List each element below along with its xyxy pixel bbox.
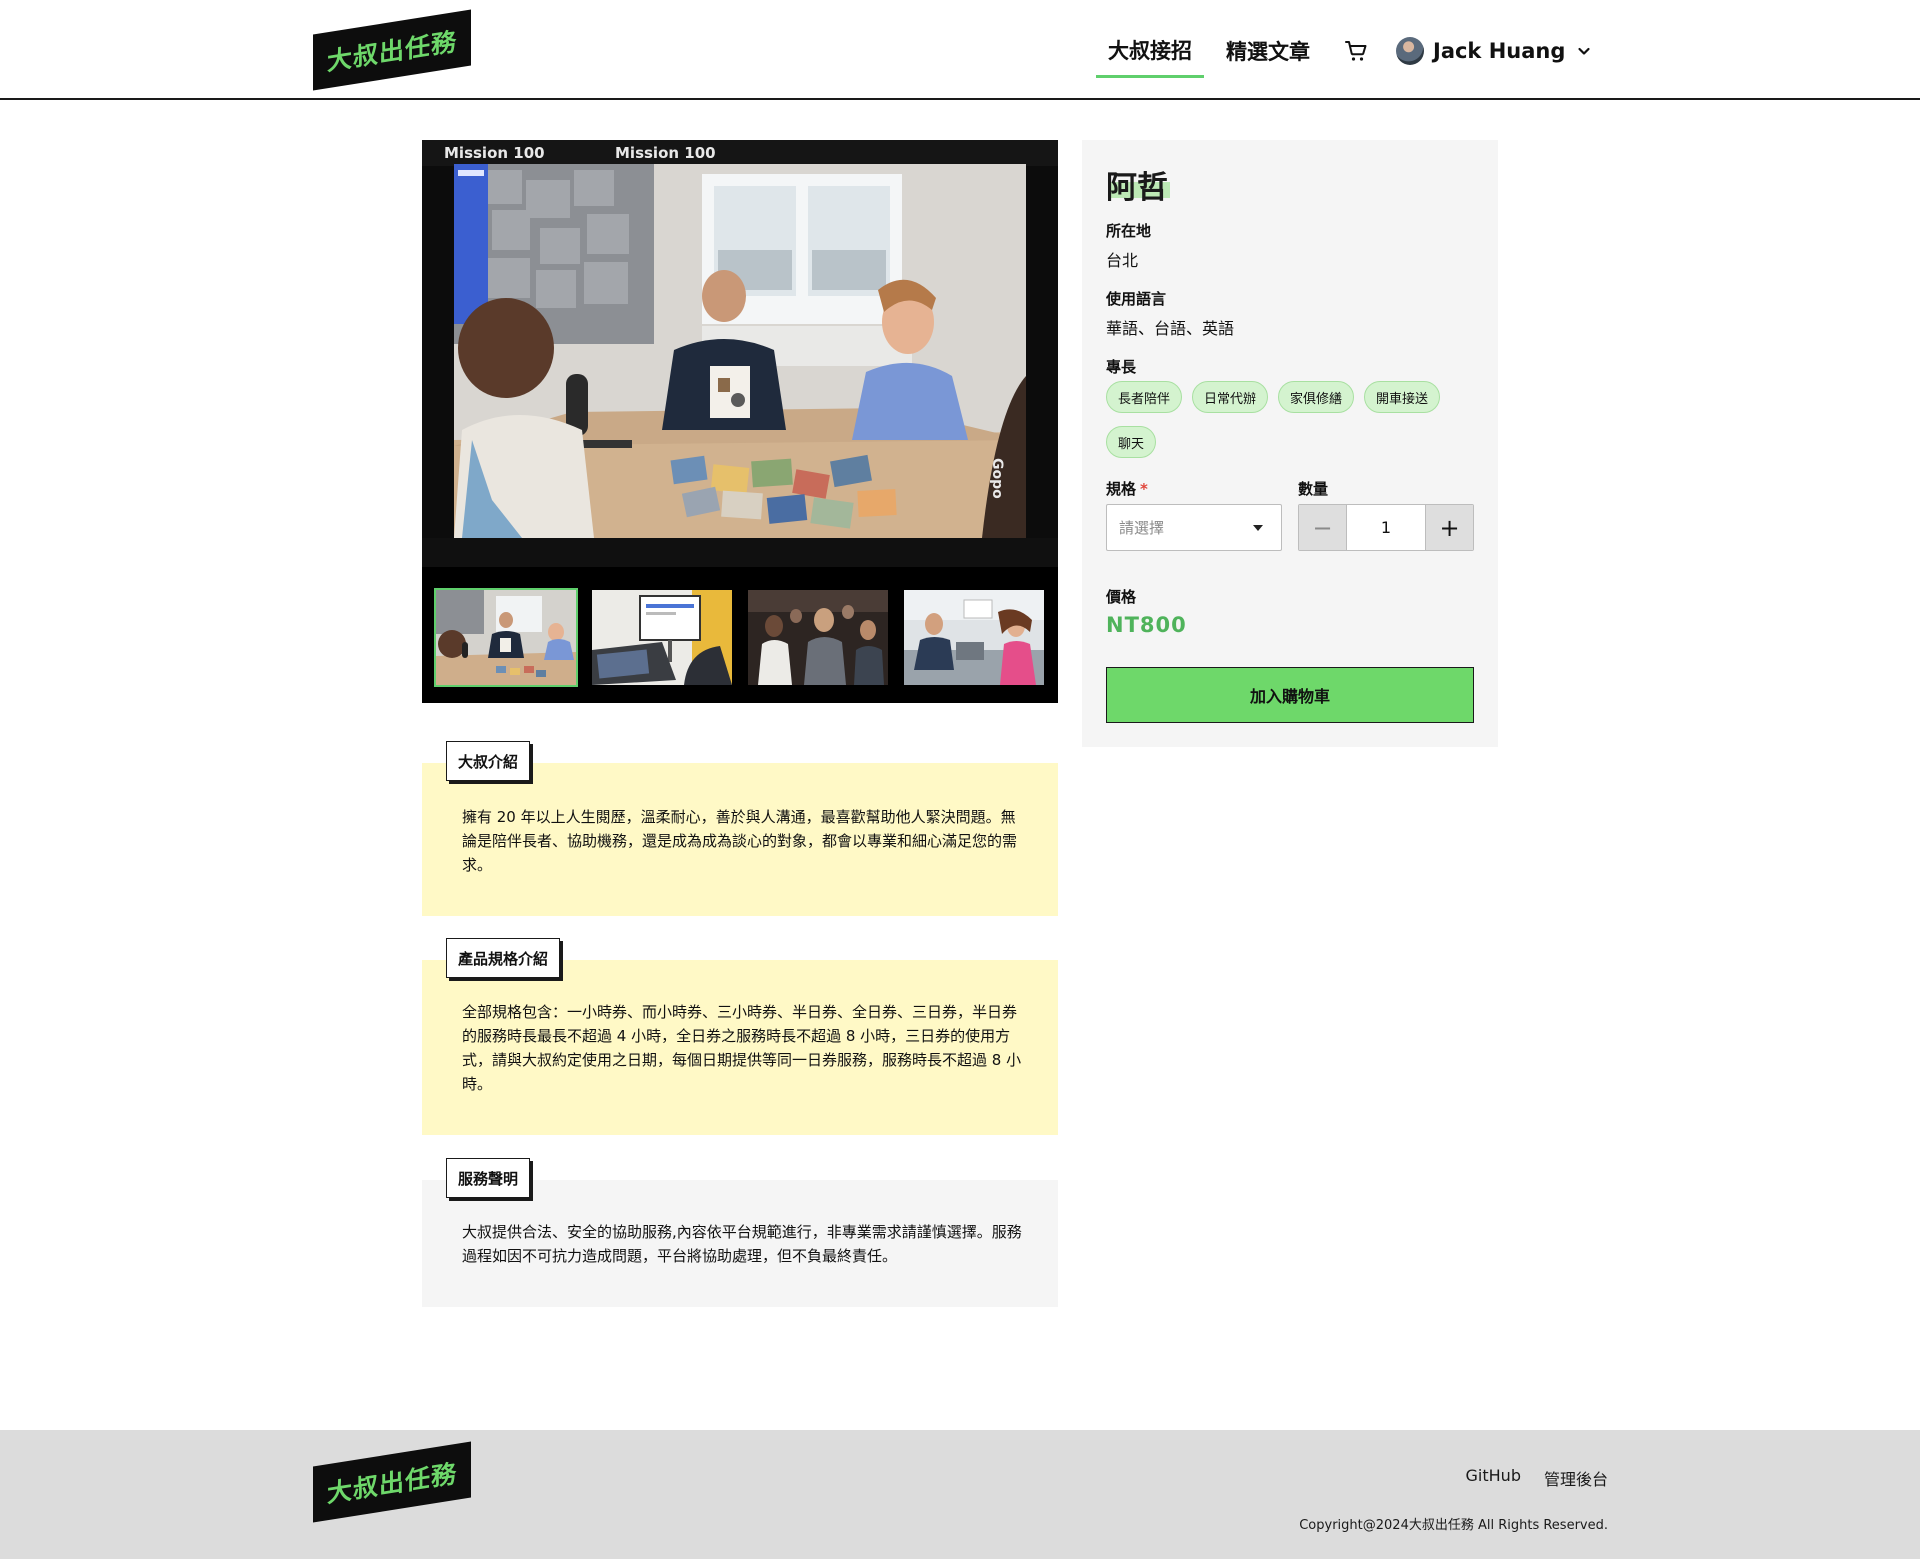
thumbnail-cafe-image	[904, 590, 1044, 685]
spec-label: 規格 *	[1106, 478, 1148, 499]
uncle-intro-section: 大叔介紹 擁有 20 年以上人生閱歷，溫柔耐心，善於與人溝通，最喜歡幫助他人緊決…	[422, 741, 1058, 916]
chevron-down-icon[interactable]	[1577, 44, 1591, 58]
thumbnail-crowd-image	[748, 590, 888, 685]
quantity-value[interactable]: 1	[1347, 505, 1425, 550]
service-notice-text: 大叔提供合法、安全的協助服務,內容依平台規範進行，非專業需求請謹慎選擇。服務過程…	[462, 1223, 1022, 1265]
nav-link-featured-articles[interactable]: 精選文章	[1214, 36, 1322, 76]
site-logo[interactable]: 大叔出任務	[313, 9, 471, 91]
quantity-label: 數量	[1298, 480, 1329, 498]
thumbnail-strip	[434, 588, 1046, 688]
meeting-photo-image	[422, 140, 1058, 567]
footer-link-github[interactable]: GitHub	[1466, 1466, 1521, 1490]
uncle-intro-text: 擁有 20 年以上人生閱歷，溫柔耐心，善於與人溝通，最喜歡幫助他人緊決問題。無論…	[462, 808, 1018, 874]
required-mark: *	[1140, 480, 1148, 498]
thumbnail-laptop-image	[592, 590, 732, 685]
skill-chip-list: 長者陪伴 日常代辦 家俱修繕 開車接送 聊天	[1106, 381, 1474, 458]
service-notice-section: 服務聲明 大叔提供合法、安全的協助服務,內容依平台規範進行，非專業需求請謹慎選擇…	[422, 1158, 1058, 1307]
copyright-text: Copyright@2024大叔出任務 All Rights Reserved.	[1299, 1518, 1608, 1533]
skill-chip: 日常代辦	[1192, 381, 1269, 413]
user-menu[interactable]: Jack Huang	[1396, 37, 1591, 65]
thumbnail-1[interactable]	[434, 588, 578, 687]
site-header: 大叔出任務 大叔接招 精選文章 Jack Huang	[0, 0, 1920, 100]
logo-text: 大叔出任務	[326, 26, 457, 77]
spec-label-text: 規格	[1106, 480, 1137, 498]
price-label: 價格	[1106, 588, 1137, 606]
film-label-left: Mission 100	[444, 144, 545, 162]
product-spec-section: 產品規格介紹 全部規格包含：一小時券、而小時券、三小時券、半日券、全日券、三日券…	[422, 938, 1058, 1135]
add-to-cart-button[interactable]: 加入購物車	[1106, 667, 1474, 723]
skill-chip: 家俱修繕	[1278, 381, 1355, 413]
thumbnail-4[interactable]	[902, 588, 1046, 687]
avatar	[1396, 37, 1424, 65]
spec-select[interactable]: 請選擇	[1106, 504, 1282, 551]
skills-label: 專長	[1106, 358, 1137, 376]
skill-chip: 開車接送	[1364, 381, 1441, 413]
skill-chip: 聊天	[1106, 426, 1157, 458]
thumbnail-meeting-image	[436, 590, 576, 685]
increase-quantity-button[interactable]: +	[1425, 505, 1473, 550]
product-spec-title: 產品規格介紹	[446, 938, 561, 978]
footer-logo[interactable]: 大叔出任務	[313, 1441, 471, 1523]
service-notice-title: 服務聲明	[446, 1158, 531, 1198]
main-nav: 大叔接招 精選文章 Jack Huang	[1096, 34, 1591, 78]
caret-down-icon	[1253, 525, 1263, 531]
product-spec-text: 全部規格包含：一小時券、而小時券、三小時券、半日券、全日券、三日券，半日券的服務…	[462, 1003, 1022, 1093]
user-name: Jack Huang	[1433, 39, 1566, 63]
film-label-right: Mission 100	[615, 144, 716, 162]
quantity-stepper: − 1 +	[1298, 504, 1474, 551]
site-footer: 大叔出任務 GitHub 管理後台 Copyright@2024大叔出任務 Al…	[0, 1430, 1920, 1559]
location-value: 台北	[1106, 251, 1139, 270]
main-product-photo: Mission 100 Mission 100 Gopo	[422, 140, 1058, 567]
footer-links: GitHub 管理後台	[1466, 1466, 1608, 1490]
footer-logo-text: 大叔出任務	[326, 1458, 457, 1509]
location-label: 所在地	[1106, 222, 1152, 240]
decrease-quantity-button[interactable]: −	[1299, 505, 1347, 550]
product-gallery: Mission 100 Mission 100 Gopo	[422, 140, 1058, 703]
nav-link-uncle-services[interactable]: 大叔接招	[1096, 35, 1204, 78]
skill-chip: 長者陪伴	[1106, 381, 1183, 413]
film-label-vertical: Gopo	[989, 458, 1006, 499]
footer-link-admin[interactable]: 管理後台	[1544, 1466, 1608, 1490]
product-name: 阿哲	[1106, 170, 1168, 206]
shopping-cart-icon[interactable]	[1344, 39, 1368, 63]
spec-select-placeholder: 請選擇	[1119, 519, 1165, 537]
language-value: 華語、台語、英語	[1106, 319, 1235, 338]
language-label: 使用語言	[1106, 290, 1167, 308]
product-card: 阿哲 所在地 台北 使用語言 華語、台語、英語 專長 長者陪伴 日常代辦 家俱修…	[1082, 140, 1498, 747]
thumbnail-3[interactable]	[746, 588, 890, 687]
thumbnail-2[interactable]	[590, 588, 734, 687]
price-value: NT800	[1106, 613, 1187, 637]
uncle-intro-title: 大叔介紹	[446, 741, 531, 781]
